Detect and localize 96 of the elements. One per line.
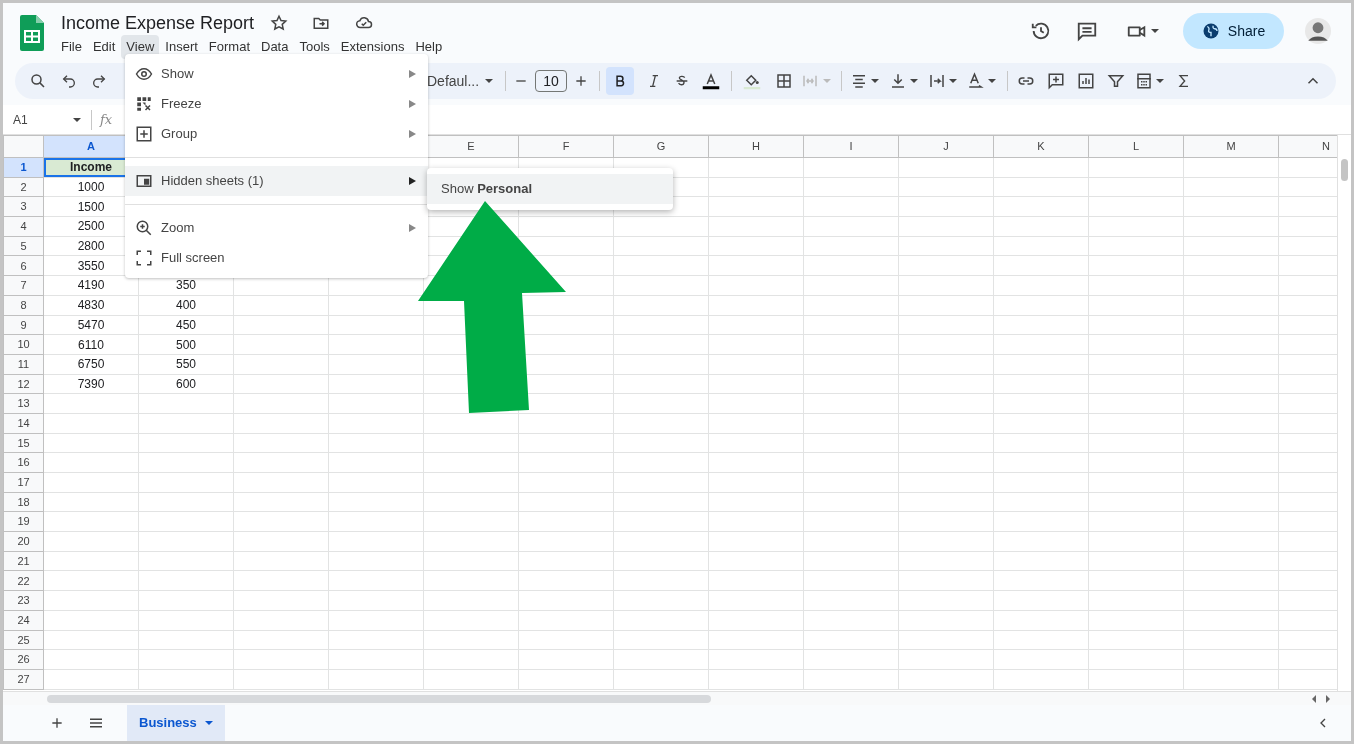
row-header[interactable]: 26 (3, 649, 44, 670)
caret-icon[interactable] (871, 79, 880, 83)
menu-item[interactable]: Edit (87, 35, 121, 59)
row-header[interactable]: 16 (3, 452, 44, 473)
caret-icon[interactable] (485, 79, 494, 83)
row-header[interactable]: 22 (3, 570, 44, 591)
column-header[interactable]: L (1088, 135, 1184, 158)
borders-icon[interactable] (775, 72, 794, 90)
menu-item[interactable]: File (56, 35, 87, 59)
row-header[interactable]: 11 (3, 354, 44, 375)
sheet-tab[interactable]: Business (127, 705, 225, 741)
text-wrap-icon[interactable] (928, 72, 947, 90)
caret-icon[interactable] (1155, 79, 1164, 83)
row-header[interactable]: 15 (3, 433, 44, 453)
share-button[interactable]: Share (1183, 13, 1284, 49)
hidden-sheet-icon (135, 172, 153, 190)
row-header[interactable]: 20 (3, 531, 44, 552)
column-header[interactable]: I (803, 135, 899, 158)
comment-icon[interactable] (1076, 20, 1098, 42)
search-icon[interactable] (29, 72, 47, 90)
name-box[interactable]: A1 (13, 110, 73, 129)
caret-icon[interactable] (910, 79, 919, 83)
scrollbar-thumb[interactable] (1341, 159, 1348, 181)
star-icon[interactable] (270, 14, 289, 32)
menu-item[interactable]: Hidden sheets (1) (125, 166, 428, 196)
row-header[interactable]: 21 (3, 551, 44, 571)
add-comment-icon[interactable] (1046, 72, 1065, 90)
sheets-logo-icon (19, 15, 45, 51)
column-header[interactable]: H (708, 135, 804, 158)
row-header[interactable]: 10 (3, 334, 44, 355)
menu-item[interactable]: Freeze (125, 89, 428, 119)
table-cell: 6110 (43, 334, 139, 355)
eye-icon (135, 65, 153, 83)
row-header[interactable]: 8 (3, 295, 44, 315)
filter-icon[interactable] (1106, 72, 1125, 90)
table-cell: 550 (138, 354, 234, 375)
caret-icon[interactable] (949, 79, 958, 83)
scroll-left-icon[interactable] (1311, 694, 1317, 703)
scrollbar-thumb[interactable] (47, 694, 711, 703)
row-header[interactable]: 13 (3, 393, 44, 414)
row-header[interactable]: 12 (3, 374, 44, 394)
row-header[interactable]: 23 (3, 590, 44, 611)
redo-icon[interactable] (91, 72, 107, 90)
table-cell: 600 (138, 374, 234, 394)
row-header[interactable]: 24 (3, 610, 44, 630)
row-header[interactable]: 1 (3, 157, 44, 178)
column-header[interactable]: F (518, 135, 614, 158)
avatar-icon[interactable] (1305, 18, 1331, 44)
add-sheet-icon[interactable] (49, 715, 65, 731)
row-header[interactable]: 9 (3, 315, 44, 335)
column-header[interactable]: N (1278, 135, 1337, 158)
table-cell: 4830 (43, 295, 139, 315)
text-rotation-icon[interactable] (967, 72, 986, 90)
functions-icon[interactable] (1134, 72, 1153, 90)
row-header[interactable]: 2 (3, 177, 44, 197)
row-header[interactable]: 7 (3, 275, 44, 296)
caret-icon[interactable] (73, 117, 81, 122)
table-cell: 400 (138, 295, 234, 315)
font-size-field[interactable]: 10 (535, 70, 568, 92)
caret-icon (204, 721, 213, 725)
column-header[interactable]: M (1183, 135, 1279, 158)
caret-icon[interactable] (1151, 29, 1159, 33)
table-cell: 7390 (43, 374, 139, 394)
column-header[interactable]: G (613, 135, 709, 158)
formula-label: fx (100, 110, 113, 129)
freeze-grid-icon (135, 95, 153, 113)
table-cell: 450 (138, 315, 234, 335)
row-header[interactable]: 17 (3, 472, 44, 493)
row-header[interactable]: 19 (3, 511, 44, 532)
history-icon[interactable] (1030, 20, 1052, 42)
row-header[interactable]: 27 (3, 669, 44, 690)
font-dropdown[interactable]: Defaul... (427, 70, 480, 92)
zoom-icon (135, 219, 153, 237)
column-header[interactable]: J (898, 135, 994, 158)
column-header[interactable]: K (993, 135, 1089, 158)
row-header[interactable]: 14 (3, 413, 44, 434)
chart-icon[interactable] (1076, 72, 1095, 90)
caret-icon[interactable] (988, 79, 997, 83)
row-header[interactable]: 4 (3, 216, 44, 237)
row-header[interactable]: 5 (3, 236, 44, 256)
bold-toggle[interactable] (606, 67, 635, 95)
table-cell: 6750 (43, 354, 139, 375)
menu-item[interactable]: Show (125, 59, 428, 89)
row-header[interactable]: 6 (3, 255, 44, 276)
undo-icon[interactable] (61, 72, 77, 90)
scroll-right-icon[interactable] (1325, 694, 1331, 703)
row-header[interactable]: 3 (3, 196, 44, 217)
globe-icon (1201, 22, 1220, 40)
menu-item[interactable]: Show Personal (427, 174, 673, 204)
row-header[interactable]: 18 (3, 492, 44, 512)
group-icon (135, 125, 153, 143)
table-cell: 500 (138, 334, 234, 355)
row-header[interactable]: 25 (3, 630, 44, 650)
table-cell: 5470 (43, 315, 139, 335)
full-screen-icon (135, 249, 153, 267)
document-title[interactable]: Income Expense Report (61, 13, 255, 33)
